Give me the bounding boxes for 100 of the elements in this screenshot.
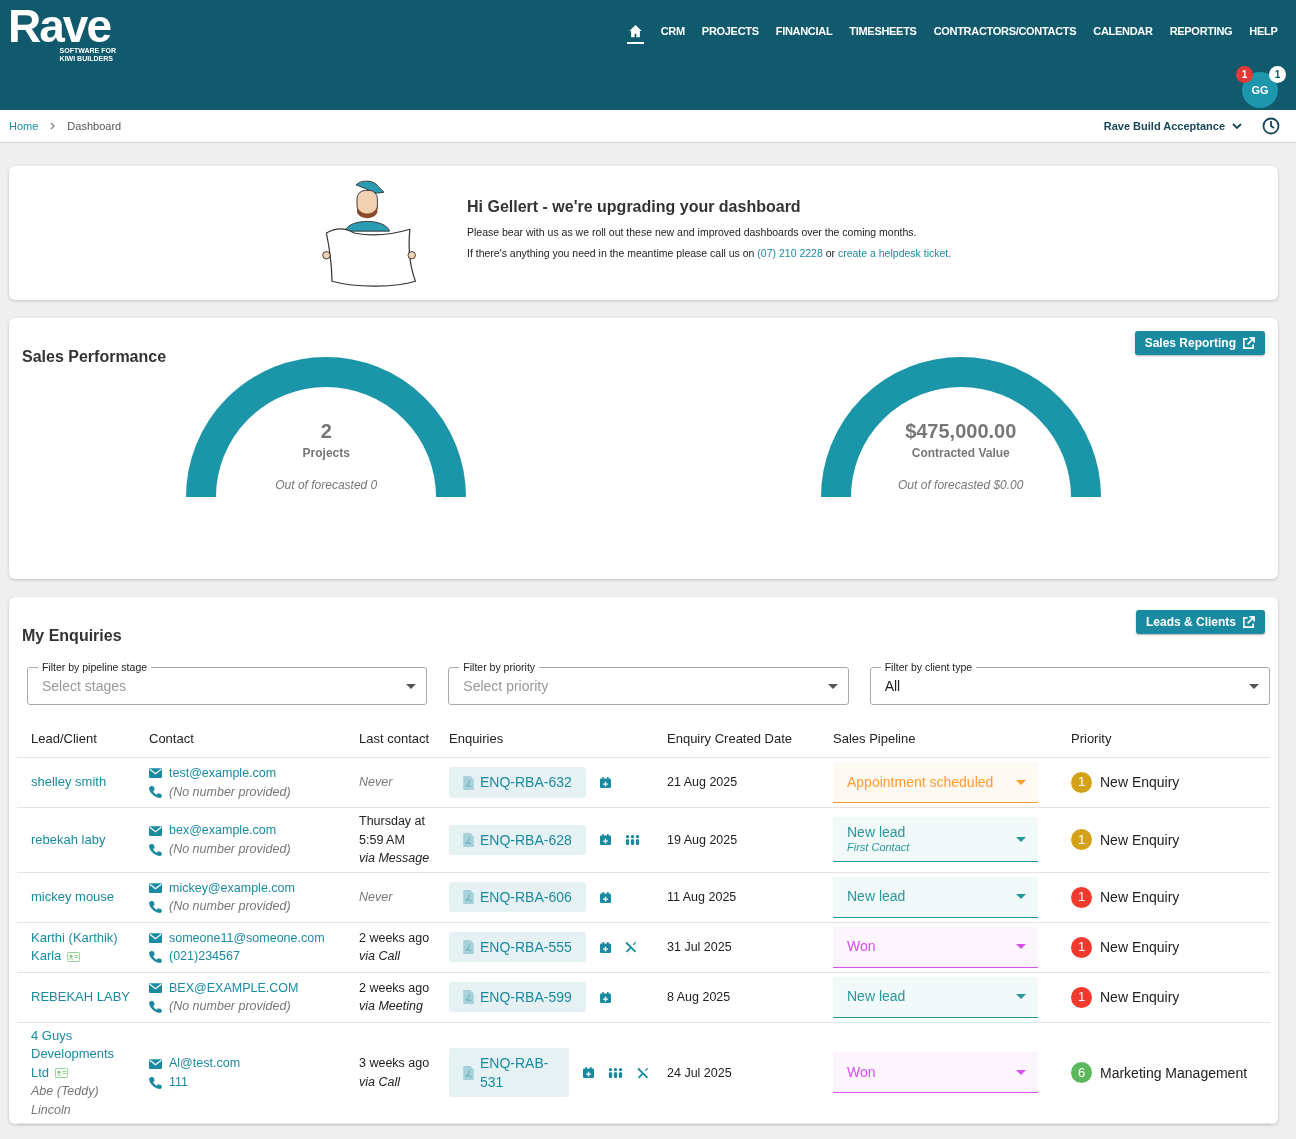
home-nav-link[interactable] bbox=[627, 22, 645, 44]
client-name-link[interactable]: shelley smith bbox=[31, 773, 131, 792]
banner-message: Please bear with us as we roll out these new and improved dashboards over the coming months. bbox=[467, 226, 918, 238]
last-contact-text: Never bbox=[359, 888, 394, 906]
caret-icon bbox=[1016, 836, 1026, 842]
caret-icon bbox=[1016, 1069, 1026, 1075]
nav-link[interactable]: CRM bbox=[652, 23, 694, 43]
column-header: Enquiries bbox=[449, 731, 504, 746]
calendar-icon[interactable] bbox=[599, 777, 611, 788]
priority-label: New Enquiry bbox=[1100, 830, 1180, 849]
nav-link[interactable]: CALENDAR bbox=[1084, 23, 1162, 43]
phone-link[interactable]: (07) 210 2228 bbox=[757, 247, 823, 259]
priority-badge: 1 bbox=[1071, 772, 1092, 793]
enquiry-chip[interactable]: ENQ-RAB-531 bbox=[449, 1048, 569, 1098]
helpdesk-link[interactable]: create a helpdesk ticket. bbox=[837, 247, 952, 259]
notification-badge: 1 bbox=[1236, 66, 1253, 83]
filter-value: All bbox=[884, 678, 901, 694]
enquiry-chip[interactable]: ENQ-RBA-555 bbox=[449, 931, 586, 963]
contact-person: Abe (Teddy) Lincoln bbox=[31, 1083, 100, 1119]
created-date: 31 Jul 2025 bbox=[667, 939, 732, 954]
phone-number: (No number provided) bbox=[169, 783, 291, 801]
external-link-button[interactable]: Leads & Clients bbox=[1135, 610, 1265, 634]
nav-link[interactable]: TIMESHEETS bbox=[840, 23, 926, 43]
email-link[interactable]: Al@test.com bbox=[169, 1054, 241, 1073]
client-name-link[interactable]: mickey mouse bbox=[31, 887, 131, 907]
email-link[interactable]: bex@example.com bbox=[169, 821, 277, 840]
contact-method: via Meeting bbox=[359, 998, 424, 1015]
company-selector[interactable]: Rave Build Acceptance bbox=[1103, 120, 1242, 132]
last-contact-text: 2 weeks ago bbox=[359, 929, 431, 947]
phone-number: (No number provided) bbox=[169, 840, 291, 858]
enquiry-chip[interactable]: ENQ-RBA-632 bbox=[449, 767, 586, 798]
banner-contact-text: If there's anything you need in the meantime please call us on (07) 210 2228 or create a helpdesk ticket. bbox=[467, 247, 952, 259]
enquiry-chip[interactable]: ENQ-RBA-628 bbox=[449, 824, 586, 855]
document-icon bbox=[463, 990, 474, 1004]
client-name-link[interactable]: 4 Guys Developments Ltd bbox=[31, 1026, 131, 1082]
external-link-button[interactable]: Sales Reporting bbox=[1134, 331, 1265, 355]
created-date: 21 Aug 2025 bbox=[667, 775, 738, 790]
enquiry-chip[interactable]: ENQ-RBA-599 bbox=[449, 981, 586, 1013]
caret-icon bbox=[406, 683, 417, 689]
pipeline-dropdown[interactable]: New lead bbox=[833, 976, 1038, 1018]
client-name-link[interactable]: REBEKAH LABY bbox=[31, 987, 131, 1007]
people-icon[interactable] bbox=[624, 834, 640, 845]
client-name-link[interactable]: rebekah laby bbox=[31, 830, 131, 849]
pipeline-stage: New lead bbox=[847, 888, 906, 905]
calendar-icon[interactable] bbox=[599, 991, 611, 1003]
mail-icon bbox=[149, 932, 162, 943]
calendar-icon[interactable] bbox=[583, 1067, 594, 1079]
caret-icon bbox=[1016, 894, 1026, 899]
pipeline-dropdown[interactable]: New lead First Contact bbox=[833, 817, 1038, 863]
filter-label: Filter by priority bbox=[459, 661, 540, 673]
phone-number: (021)234567 bbox=[169, 948, 240, 965]
external-link-icon bbox=[1242, 336, 1255, 350]
people-icon[interactable] bbox=[608, 1067, 623, 1078]
column-header: Contact bbox=[149, 731, 194, 746]
calendar-icon[interactable] bbox=[599, 941, 611, 953]
email-link[interactable]: test@example.com bbox=[169, 764, 277, 783]
gauge-forecast: Out of forecasted $0.00 bbox=[897, 478, 1025, 492]
priority-badge: 1 bbox=[1071, 829, 1092, 851]
nav-link[interactable]: CONTRACTORS/CONTACTS bbox=[925, 23, 1085, 43]
nav-link[interactable]: PROJECTS bbox=[693, 23, 768, 43]
pipeline-dropdown[interactable]: Won bbox=[833, 926, 1038, 968]
caret-icon bbox=[1016, 779, 1026, 785]
email-link[interactable]: someone11@someone.com bbox=[169, 928, 325, 947]
email-link[interactable]: BEX@EXAMPLE.COM bbox=[169, 978, 299, 997]
priority-label: New Enquiry bbox=[1100, 937, 1180, 957]
document-icon bbox=[463, 890, 474, 904]
calendar-icon[interactable] bbox=[599, 891, 611, 903]
document-icon bbox=[463, 940, 474, 954]
mail-icon bbox=[149, 982, 162, 993]
breadcrumb-current: Dashboard bbox=[67, 120, 122, 132]
phone-icon bbox=[149, 1075, 162, 1089]
priority-label: New Enquiry bbox=[1100, 987, 1180, 1007]
filter-placeholder: Select stages bbox=[42, 678, 127, 694]
caret-icon bbox=[827, 683, 838, 689]
notification-badge: 1 bbox=[1269, 66, 1286, 83]
nav-link[interactable]: REPORTING bbox=[1161, 23, 1241, 43]
nav-link[interactable]: FINANCIAL bbox=[767, 23, 841, 43]
gauge-value: $475,000.00 bbox=[904, 420, 1018, 443]
created-date: 8 Aug 2025 bbox=[667, 989, 731, 1004]
priority-label: Marketing Management bbox=[1100, 1063, 1248, 1082]
clock-icon[interactable] bbox=[1262, 117, 1280, 135]
created-date: 19 Aug 2025 bbox=[667, 832, 738, 847]
section-title: Sales Performance bbox=[22, 348, 167, 366]
priority-badge: 1 bbox=[1071, 986, 1092, 1008]
client-name-link[interactable]: Karthi (Karthik) Karla bbox=[31, 928, 131, 966]
phone-icon bbox=[149, 949, 162, 963]
nav-link[interactable]: HELP bbox=[1240, 23, 1286, 43]
calendar-icon[interactable] bbox=[599, 834, 611, 846]
priority-badge: 6 bbox=[1071, 1062, 1092, 1084]
filter-label: Filter by client type bbox=[880, 661, 977, 673]
pipeline-stage: Won bbox=[847, 1063, 876, 1081]
pipeline-dropdown[interactable]: Won bbox=[833, 1052, 1038, 1094]
created-date: 24 Jul 2025 bbox=[667, 1065, 732, 1080]
email-link[interactable]: mickey@example.com bbox=[169, 878, 295, 897]
pipeline-dropdown[interactable]: New lead bbox=[833, 876, 1038, 918]
caret-icon bbox=[1249, 683, 1259, 689]
enquiry-chip[interactable]: ENQ-RBA-606 bbox=[449, 881, 586, 913]
breadcrumb-link[interactable]: Home bbox=[9, 120, 39, 132]
created-date: 11 Aug 2025 bbox=[667, 889, 737, 904]
gauge-value: 2 bbox=[319, 420, 333, 443]
